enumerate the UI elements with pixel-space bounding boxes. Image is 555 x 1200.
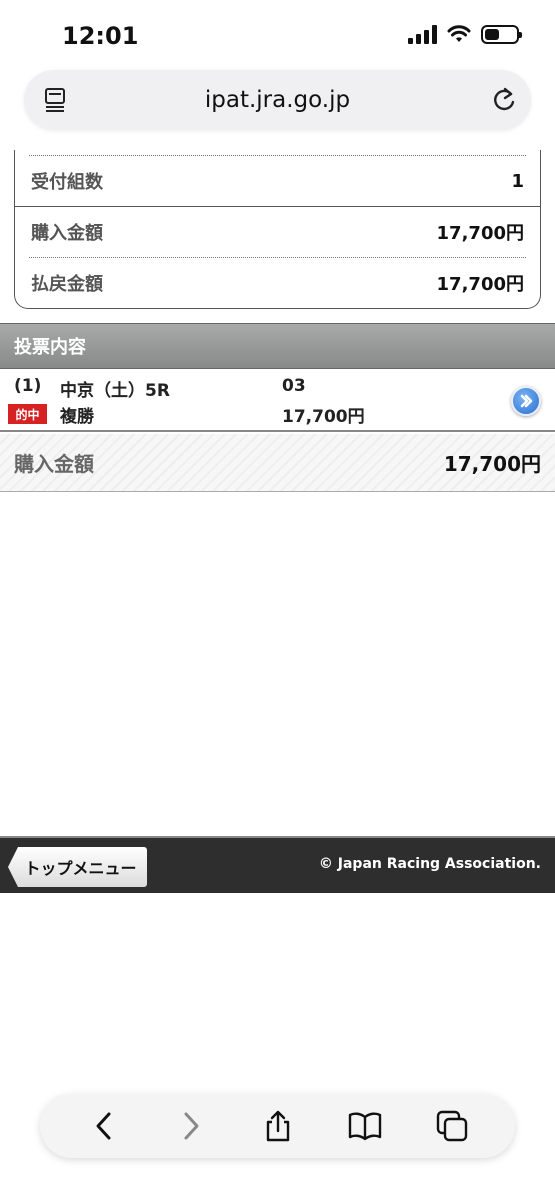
- bookmarks-button[interactable]: [341, 1102, 389, 1150]
- total-label: 購入金額: [14, 452, 94, 476]
- share-button[interactable]: [254, 1102, 302, 1150]
- reload-icon[interactable]: [491, 86, 517, 114]
- bet-row[interactable]: (1) 中京（土）5R 03 的中 複勝 17,700円: [0, 370, 555, 432]
- detail-button[interactable]: [511, 386, 541, 416]
- share-icon: [266, 1110, 289, 1142]
- copyright-text: © Japan Racing Association.: [318, 856, 541, 872]
- summary-label: 払戻金額: [31, 274, 103, 295]
- status-bar: 12:01: [0, 0, 555, 68]
- bet-amount: 17,700円: [282, 407, 365, 427]
- book-icon: [348, 1112, 381, 1141]
- bet-index: (1): [14, 376, 42, 396]
- section-header-bet-contents: 投票内容: [0, 323, 555, 369]
- summary-label: 購入金額: [31, 223, 103, 244]
- tabs-button[interactable]: [428, 1102, 476, 1150]
- address-bar[interactable]: ipat.jra.go.jp: [24, 70, 531, 130]
- hit-badge: 的中: [8, 404, 47, 424]
- summary-value: 17,700円: [436, 274, 524, 295]
- page-menu-icon[interactable]: [44, 87, 68, 113]
- total-value: 17,700円: [443, 452, 541, 476]
- summary-label: 受付組数: [31, 172, 103, 193]
- status-icons: [408, 24, 522, 44]
- summary-value: 1: [511, 170, 524, 192]
- bet-race: 中京（土）5R: [60, 381, 170, 401]
- summary-value: 17,700円: [436, 223, 524, 244]
- bet-type: 複勝: [60, 407, 94, 427]
- total-row: 購入金額 17,700円: [0, 434, 555, 492]
- section-title: 投票内容: [14, 337, 86, 358]
- summary-row-purchase-amount: 購入金額 17,700円: [15, 207, 540, 257]
- footer-bar: トップメニュー © Japan Racing Association.: [0, 836, 555, 893]
- summary-box: 受付組数 1 購入金額 17,700円 払戻金額 17,700円: [14, 150, 541, 309]
- summary-row-payout-amount: 払戻金額 17,700円: [15, 258, 540, 308]
- top-menu-button[interactable]: トップメニュー: [8, 847, 147, 887]
- summary-row-accepted-count: 受付組数 1: [15, 156, 540, 206]
- tabs-icon: [436, 1110, 467, 1142]
- battery-icon: [481, 24, 522, 44]
- wifi-icon: [447, 25, 471, 42]
- back-button[interactable]: [80, 1102, 128, 1150]
- status-time: 12:01: [62, 22, 139, 50]
- cellular-signal-icon: [408, 24, 437, 44]
- chevron-right-icon: [184, 1112, 198, 1140]
- browser-toolbar: [40, 1094, 515, 1158]
- chevron-left-icon: [96, 1112, 110, 1140]
- forward-button[interactable]: [167, 1102, 215, 1150]
- chevron-right-icon: [520, 394, 533, 408]
- bet-horse-number: 03: [282, 376, 306, 396]
- url-text[interactable]: ipat.jra.go.jp: [205, 87, 350, 113]
